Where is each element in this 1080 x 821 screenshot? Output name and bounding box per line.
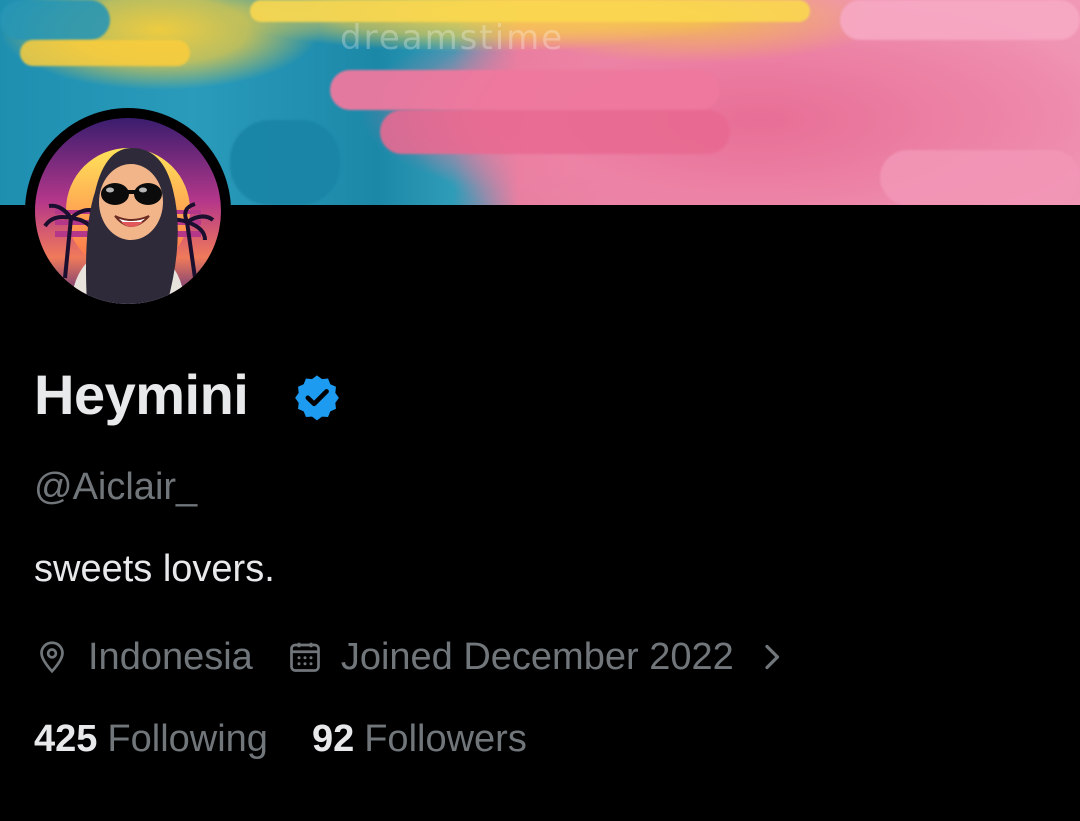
banner-paint-stroke: [880, 150, 1080, 205]
verified-badge-icon[interactable]: [292, 372, 342, 422]
following-label: Following: [107, 718, 268, 760]
username-handle: @Aiclair_: [34, 466, 198, 508]
joined-date-text: Joined December 2022: [340, 635, 734, 678]
banner-paint-stroke: [330, 70, 720, 110]
banner-paint-stroke: [230, 120, 340, 205]
follow-stats-row: 425 Following 92 Followers: [34, 718, 527, 761]
location-item: Indonesia: [34, 636, 253, 679]
following-count: 425: [34, 718, 98, 760]
calendar-icon: [287, 639, 323, 675]
profile-bio: sweets lovers.: [34, 548, 275, 590]
profile-page: dreamstime Heymini @Aiclair_ sweets love…: [0, 0, 1080, 821]
following-link[interactable]: 425 Following: [34, 718, 268, 761]
chevron-right-icon[interactable]: [758, 639, 788, 675]
followers-label: Followers: [364, 718, 527, 760]
banner-paint-stroke: [380, 110, 730, 154]
profile-meta-row: Indonesia Joined December 2022: [34, 632, 788, 682]
followers-link[interactable]: 92 Followers: [312, 718, 527, 761]
joined-date-item[interactable]: Joined December 2022: [287, 636, 788, 679]
followers-count: 92: [311, 718, 355, 760]
avatar-illustration: [35, 118, 221, 304]
banner-paint-stroke: [840, 0, 1080, 40]
location-text: Indonesia: [88, 635, 253, 678]
avatar[interactable]: [35, 118, 221, 304]
banner-paint-stroke: [20, 40, 190, 66]
location-pin-icon: [34, 639, 70, 675]
banner-watermark: dreamstime: [340, 18, 565, 58]
display-name: Heymini: [34, 363, 249, 426]
banner-paint-stroke: [0, 0, 110, 40]
